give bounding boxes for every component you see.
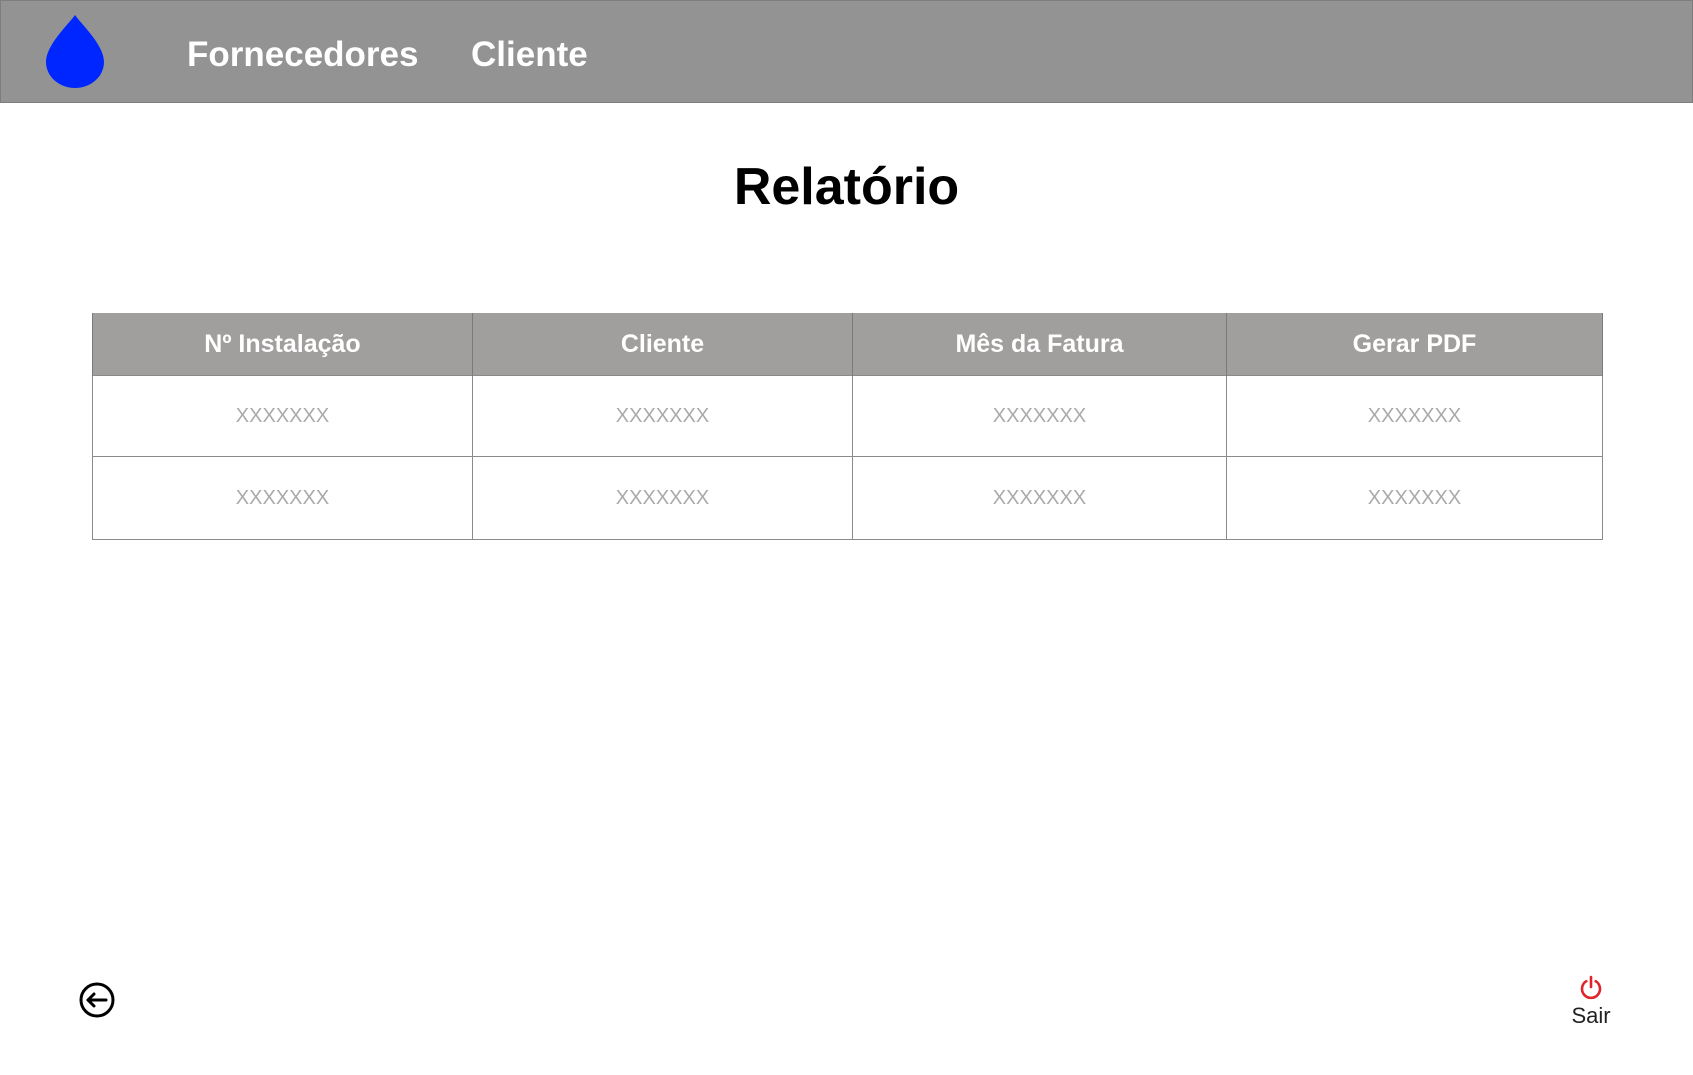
- cell-mes-fatura: XXXXXXX: [852, 456, 1227, 540]
- column-header-mes-fatura: Mês da Fatura: [852, 313, 1227, 376]
- table-row: XXXXXXX XXXXXXX XXXXXXX XXXXXXX: [92, 456, 1603, 540]
- logout-label: Sair: [1571, 1003, 1611, 1028]
- column-header-cliente: Cliente: [472, 313, 853, 376]
- cell-cliente: XXXXXXX: [472, 375, 853, 457]
- table-header-row: Nº Instalação Cliente Mês da Fatura Gera…: [92, 313, 1603, 376]
- column-header-gerar-pdf: Gerar PDF: [1226, 313, 1603, 376]
- table-row: XXXXXXX XXXXXXX XXXXXXX XXXXXXX: [92, 375, 1603, 457]
- page-title: Relatório: [733, 158, 960, 216]
- nav-cliente[interactable]: Cliente: [471, 34, 588, 76]
- cell-gerar-pdf[interactable]: XXXXXXX: [1226, 456, 1603, 540]
- report-table: Nº Instalação Cliente Mês da Fatura Gera…: [92, 313, 1603, 540]
- cell-gerar-pdf[interactable]: XXXXXXX: [1226, 375, 1603, 457]
- power-icon: [1580, 975, 1602, 1000]
- cell-instalacao: XXXXXXX: [92, 375, 473, 457]
- nav-fornecedores[interactable]: Fornecedores: [187, 34, 418, 76]
- cell-mes-fatura: XXXXXXX: [852, 375, 1227, 457]
- cell-cliente: XXXXXXX: [472, 456, 853, 540]
- logout-button[interactable]: Sair: [1560, 975, 1622, 1035]
- water-drop-icon[interactable]: [44, 13, 106, 89]
- cell-instalacao: XXXXXXX: [92, 456, 473, 540]
- top-navbar: Fornecedores Cliente: [0, 0, 1693, 103]
- back-arrow-circle-icon[interactable]: [79, 982, 115, 1018]
- column-header-instalacao: Nº Instalação: [92, 313, 473, 376]
